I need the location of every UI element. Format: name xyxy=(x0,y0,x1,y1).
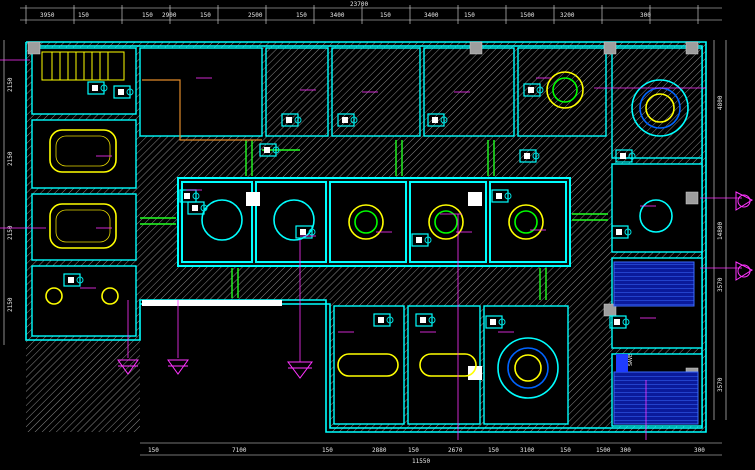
top-dimension-label: 2900 xyxy=(162,12,177,19)
top-dimension-label: 1500 xyxy=(520,12,535,19)
bottom-dimension-label: 150 xyxy=(408,447,419,454)
top-dimension-label: 3200 xyxy=(560,12,575,19)
top-dimension-label: 150 xyxy=(78,12,89,19)
left-dimension-label: 2150 xyxy=(7,151,14,166)
bottom-dimension-label: 150 xyxy=(560,447,571,454)
bottom-dimension-label: 3100 xyxy=(520,447,535,454)
top-dimension-label: 150 xyxy=(142,12,153,19)
right-dimension-label: 3570 xyxy=(717,277,724,292)
bottom-dimension-label: 300 xyxy=(620,447,631,454)
top-dimension-label: 300 xyxy=(640,12,651,19)
top-dimension-label: 2500 xyxy=(248,12,263,19)
bottom-dimension-labels: 150 7100 150 2880 150 2670 150 3100 150 1500 300 30… xyxy=(148,447,705,454)
bottom-dimension-label: 150 xyxy=(322,447,333,454)
bottom-dimension-label: 300 xyxy=(694,447,705,454)
bottom-dimension-label: 2880 xyxy=(372,447,387,454)
top-dimension-labels: 3950 150 150 2900 150 2500 150 3400 150 3400 150 15… xyxy=(40,12,651,19)
right-dimension-label: 3570 xyxy=(717,377,724,392)
top-dimension-label: 150 xyxy=(464,12,475,19)
bottom-dimension-label: 2670 xyxy=(448,447,463,454)
top-dimension-label: 150 xyxy=(380,12,391,19)
section-marker-5 xyxy=(735,261,754,281)
overall-top-dimension: 23700 xyxy=(350,1,368,8)
bottom-dimension-label: 1500 xyxy=(596,447,611,454)
overall-bottom-dimension: 11550 xyxy=(412,458,430,465)
bottom-dimension-label: 7100 xyxy=(232,447,247,454)
top-dimension-label: 3400 xyxy=(424,12,439,19)
left-dimension-label: 2150 xyxy=(7,225,14,240)
cad-floor-plan: 23700 11550 3950 150 150 2900 150 2500 150 3400… xyxy=(0,1,754,465)
top-dimension-label: 150 xyxy=(200,12,211,19)
bottom-dimension-label: 150 xyxy=(148,447,159,454)
top-dimension-label: 3400 xyxy=(330,12,345,19)
right-dimension-labels: 4800 14800 3570 3570 xyxy=(717,95,724,392)
left-dimension-label: 2150 xyxy=(7,77,14,92)
right-dimension-label: 14800 xyxy=(717,222,724,240)
top-dimension-label: 3950 xyxy=(40,12,55,19)
middle-rooms xyxy=(177,177,571,267)
left-dimension-label: 2150 xyxy=(7,297,14,312)
section-marker-4 xyxy=(735,191,754,211)
bottom-rooms xyxy=(333,305,569,425)
left-dimension-labels: 2150 2150 2150 2150 xyxy=(7,77,14,312)
sign-text: SAVE xyxy=(628,354,634,366)
right-dimension-label: 4800 xyxy=(717,95,724,110)
staircase-top-left xyxy=(41,51,125,81)
bottom-dimension-label: 150 xyxy=(488,447,499,454)
top-dimension-label: 150 xyxy=(296,12,307,19)
